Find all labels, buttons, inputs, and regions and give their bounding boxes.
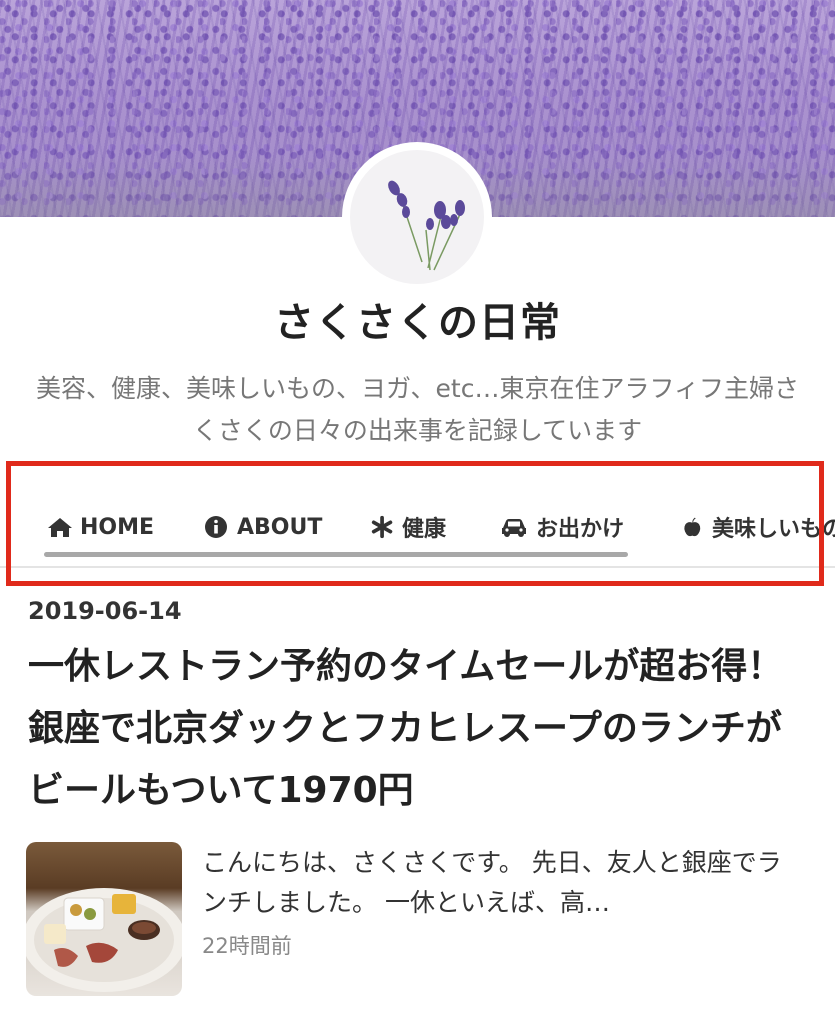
article-title[interactable]: 一休レストラン予約のタイムセールが超お得！銀座で北京ダックとフカヒレスープのラン… — [28, 636, 808, 822]
article-thumbnail[interactable] — [26, 842, 182, 996]
article-date: 2019-06-14 — [28, 597, 182, 625]
blog-description: 美容、健康、美味しいもの、ヨガ、etc…東京在住アラフィフ主婦さくさくの日々の出… — [36, 374, 799, 445]
page: さくさくの日常 美容、健康、美味しいもの、ヨガ、etc…東京在住アラフィフ主婦さ… — [0, 0, 835, 1024]
nav-highlight-box — [6, 461, 824, 586]
article-time-ago: 22時間前 — [202, 934, 292, 958]
blog-title[interactable]: さくさくの日常 — [0, 290, 835, 348]
avatar-image — [350, 150, 484, 284]
dish-plate-image — [26, 888, 182, 992]
lavender-sprig-icon — [388, 180, 465, 271]
article-excerpt: こんにちは、さくさくです。 先日、友人と銀座でランチしました。 一休といえば、高… — [202, 848, 782, 917]
avatar[interactable] — [342, 142, 492, 292]
